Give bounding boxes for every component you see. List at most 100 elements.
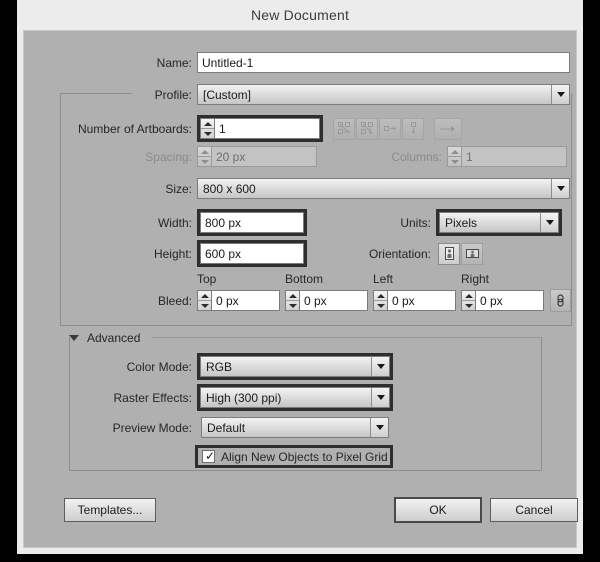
size-dropdown[interactable]: 800 x 600 bbox=[197, 178, 570, 199]
orientation-label: Orientation: bbox=[368, 246, 431, 261]
stepper-down-icon[interactable] bbox=[198, 301, 211, 310]
chevron-down-icon bbox=[370, 418, 388, 437]
size-value: 800 x 600 bbox=[203, 181, 256, 196]
artboards-spinner[interactable]: 1 bbox=[200, 118, 320, 139]
stepper-down-icon[interactable] bbox=[201, 129, 214, 138]
size-label: Size: bbox=[165, 181, 192, 196]
stepper-up-icon[interactable] bbox=[286, 291, 299, 301]
stepper-down-icon[interactable] bbox=[462, 301, 475, 310]
raster-effects-row: Raster Effects: High (300 ppi) bbox=[24, 384, 578, 411]
bleed-left-input[interactable]: 0 px bbox=[387, 290, 456, 311]
landscape-orientation-icon[interactable] bbox=[461, 242, 483, 265]
grid-by-column-icon[interactable] bbox=[356, 117, 378, 140]
name-input[interactable]: Untitled-1 bbox=[197, 52, 570, 73]
stepper-up-icon[interactable] bbox=[201, 119, 214, 129]
artboard-layout-button-group bbox=[333, 117, 424, 140]
stepper-bleed-bottom[interactable] bbox=[285, 290, 299, 311]
new-document-dialog-window: New Document Name: Untitled-1 Profile: [… bbox=[17, 0, 583, 554]
stepper-bleed-right[interactable] bbox=[461, 290, 475, 311]
chevron-down-icon bbox=[371, 388, 389, 407]
size-row: Size: 800 x 600 bbox=[24, 178, 578, 199]
profile-row: Profile: [Custom] bbox=[24, 84, 578, 105]
orientation-button-group bbox=[438, 242, 483, 265]
preview-mode-value: Default bbox=[207, 420, 246, 435]
stepper-down-icon[interactable] bbox=[374, 301, 387, 310]
color-mode-dropdown[interactable]: RGB bbox=[200, 356, 390, 377]
units-label: Units: bbox=[400, 215, 431, 230]
bleed-row: Bleed: 0 px 0 px 0 px 0 px bbox=[24, 289, 578, 312]
color-mode-row: Color Mode: RGB bbox=[24, 353, 578, 380]
profile-value: [Custom] bbox=[203, 87, 252, 102]
bleed-right-spinner[interactable]: 0 px bbox=[461, 290, 544, 311]
stepper-down-icon bbox=[198, 157, 211, 166]
artboards-focus-ring: 1 bbox=[197, 115, 323, 142]
bleed-top-header: Top bbox=[197, 272, 217, 286]
columns-input: 1 bbox=[461, 146, 567, 167]
bleed-top-input[interactable]: 0 px bbox=[211, 290, 280, 311]
units-dropdown[interactable]: Pixels bbox=[439, 212, 559, 233]
dialog-titlebar: New Document bbox=[17, 0, 583, 30]
stepper-down-icon[interactable] bbox=[286, 301, 299, 310]
align-pixel-grid-focus-ring: ✓ Align New Objects to Pixel Grid bbox=[195, 445, 393, 468]
spacing-stepper bbox=[197, 146, 211, 167]
profile-label: Profile: bbox=[154, 87, 192, 102]
columns-spinner: 1 bbox=[447, 146, 567, 167]
bleed-right-input[interactable]: 0 px bbox=[475, 290, 544, 311]
stepper-bleed-top[interactable] bbox=[197, 290, 211, 311]
preview-mode-label: Preview Mode: bbox=[112, 420, 192, 435]
stepper-up-icon bbox=[198, 147, 211, 157]
bleed-bottom-header: Bottom bbox=[285, 272, 324, 286]
bleed-top-spinner[interactable]: 0 px bbox=[197, 290, 280, 311]
dialog-body: Name: Untitled-1 Profile: [Custom] Numbe… bbox=[23, 30, 578, 548]
profile-dropdown[interactable]: [Custom] bbox=[197, 84, 570, 105]
preview-mode-dropdown[interactable]: Default bbox=[201, 417, 389, 438]
bleed-bottom-input[interactable]: 0 px bbox=[299, 290, 368, 311]
height-label: Height: bbox=[153, 246, 192, 261]
portrait-orientation-icon[interactable] bbox=[438, 242, 460, 265]
chevron-down-icon bbox=[551, 179, 569, 198]
spacing-label: Spacing: bbox=[145, 149, 192, 164]
spacing-input: 20 px bbox=[211, 146, 317, 167]
raster-effects-dropdown[interactable]: High (300 ppi) bbox=[200, 387, 390, 408]
width-label: Width: bbox=[157, 215, 192, 230]
stepper-up-icon bbox=[448, 147, 461, 157]
color-mode-label: Color Mode: bbox=[126, 359, 192, 374]
align-pixel-grid-label: Align New Objects to Pixel Grid bbox=[221, 449, 388, 464]
chevron-down-icon bbox=[371, 357, 389, 376]
templates-button[interactable]: Templates... bbox=[64, 498, 156, 522]
change-to-right-to-left-layout-icon[interactable] bbox=[434, 117, 462, 140]
stepper-up-icon[interactable] bbox=[462, 291, 475, 301]
checkmark-icon: ✓ bbox=[205, 449, 216, 463]
arrange-by-column-icon[interactable] bbox=[402, 117, 424, 140]
height-input[interactable]: 600 px bbox=[200, 243, 304, 264]
bleed-left-spinner[interactable]: 0 px bbox=[373, 290, 456, 311]
align-pixel-grid-row[interactable]: ✓ Align New Objects to Pixel Grid bbox=[198, 448, 390, 465]
spacing-spinner: 20 px bbox=[197, 146, 317, 167]
bleed-bottom-spinner[interactable]: 0 px bbox=[285, 290, 368, 311]
link-bleed-values-icon[interactable] bbox=[550, 289, 571, 312]
align-pixel-grid-checkbox[interactable]: ✓ bbox=[202, 450, 215, 463]
raster-effects-label: Raster Effects: bbox=[113, 390, 192, 405]
stepper-down-icon bbox=[448, 157, 461, 166]
width-units-row: Width: 800 px Units: Pixels bbox=[24, 209, 578, 236]
grid-by-row-icon[interactable] bbox=[333, 117, 355, 140]
stepper-up-icon[interactable] bbox=[198, 291, 211, 301]
artboards-input[interactable]: 1 bbox=[214, 118, 320, 139]
width-input[interactable]: 800 px bbox=[200, 212, 304, 233]
bleed-label: Bleed: bbox=[157, 293, 192, 308]
arrange-by-row-icon[interactable] bbox=[379, 117, 401, 140]
cancel-button[interactable]: Cancel bbox=[490, 498, 578, 522]
chevron-down-icon bbox=[551, 85, 569, 104]
units-focus-ring: Pixels bbox=[436, 209, 562, 236]
stepper-up-icon[interactable] bbox=[374, 291, 387, 301]
ok-button[interactable]: OK bbox=[394, 497, 482, 523]
bleed-right-header: Right bbox=[461, 272, 490, 286]
artboards-stepper[interactable] bbox=[200, 118, 214, 139]
height-orientation-row: Height: 600 px Orientation: bbox=[24, 240, 578, 267]
screenshot-root: New Document Name: Untitled-1 Profile: [… bbox=[0, 0, 600, 562]
units-value: Pixels bbox=[445, 215, 478, 230]
preview-mode-row: Preview Mode: Default bbox=[24, 417, 578, 438]
stepper-bleed-left[interactable] bbox=[373, 290, 387, 311]
name-row: Name: Untitled-1 bbox=[24, 52, 578, 73]
color-mode-value: RGB bbox=[206, 359, 233, 374]
